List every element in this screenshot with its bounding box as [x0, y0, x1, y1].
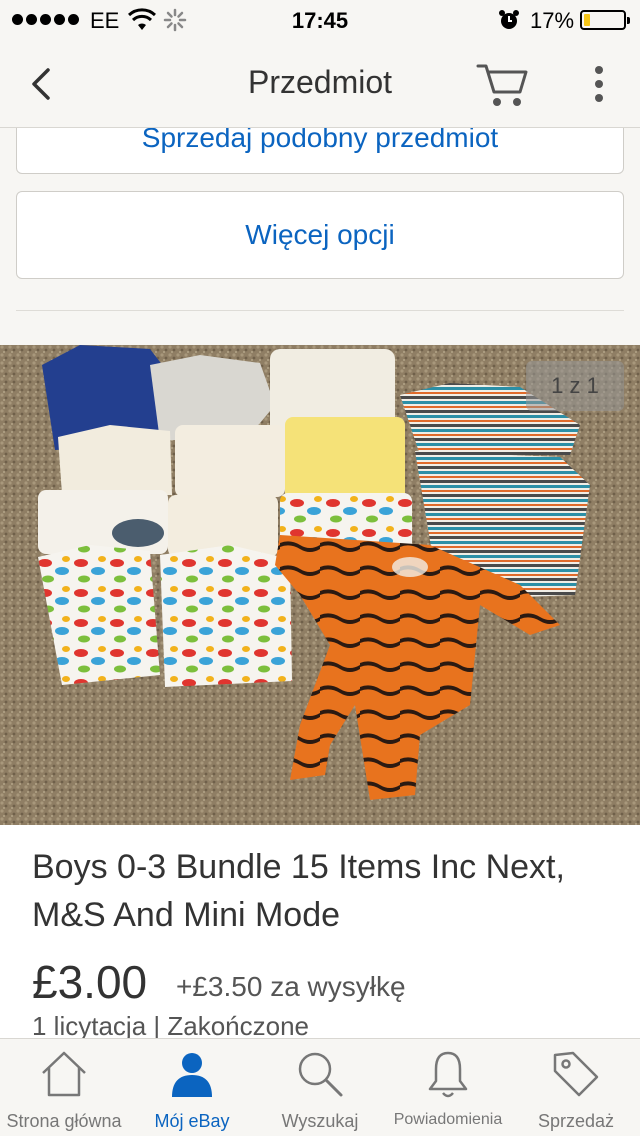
bid-status: 1 licytacja | Zakończone: [32, 1011, 309, 1038]
tab-sell[interactable]: Sprzedaż: [512, 1039, 640, 1136]
tab-search[interactable]: Wyszukaj: [256, 1039, 384, 1136]
more-options-button[interactable]: Więcej opcji: [16, 191, 624, 279]
divider: [16, 310, 624, 311]
status-bar: EE 17:45 17%: [0, 0, 640, 40]
tab-sell-label: Sprzedaż: [537, 1111, 615, 1131]
image-counter: 1 z 1: [526, 361, 624, 411]
tag-icon: [553, 1051, 599, 1097]
item-info: Boys 0-3 Bundle 15 Items Inc Next, M&S A…: [0, 825, 640, 1038]
baby-clothes-photo: [0, 345, 640, 825]
tab-home[interactable]: Strona główna: [0, 1039, 128, 1136]
battery-icon: [580, 10, 630, 30]
user-icon: [172, 1053, 212, 1097]
item-price: £3.00: [32, 956, 148, 1008]
home-icon: [42, 1051, 86, 1097]
tab-notifications-label: Powiadomienia: [393, 1111, 503, 1128]
tab-my-ebay[interactable]: Mój eBay: [128, 1039, 256, 1136]
search-icon: [298, 1052, 343, 1097]
tab-notifications[interactable]: Powiadomienia: [384, 1039, 512, 1136]
product-photo[interactable]: 1 z 1: [0, 345, 640, 825]
battery-percent: 17%: [530, 8, 575, 33]
sell-similar-button[interactable]: Sprzedaj podobny przedmiot: [16, 128, 624, 174]
nav-bar: Przedmiot: [0, 40, 640, 128]
page-title: Przedmiot: [247, 64, 393, 100]
item-title: Boys 0-3 Bundle 15 Items Inc Next, M&S A…: [32, 848, 565, 934]
more-vertical-icon[interactable]: [584, 62, 614, 106]
bell-icon: [428, 1051, 468, 1098]
alarm-icon: [498, 9, 520, 37]
tab-bar: Strona główna Mój eBay Wyszukaj Powiadom…: [0, 1038, 640, 1136]
battery-level: [584, 14, 590, 26]
tab-search-label: Wyszukaj: [281, 1111, 359, 1131]
tab-my-ebay-label: Mój eBay: [154, 1111, 230, 1131]
shipping-cost: +£3.50 za wysyłkę: [176, 971, 406, 1002]
item-actions: Sprzedaj podobny przedmiot Więcej opcji: [0, 128, 640, 345]
cart-icon[interactable]: [474, 60, 532, 110]
tab-home-label: Strona główna: [6, 1111, 122, 1131]
